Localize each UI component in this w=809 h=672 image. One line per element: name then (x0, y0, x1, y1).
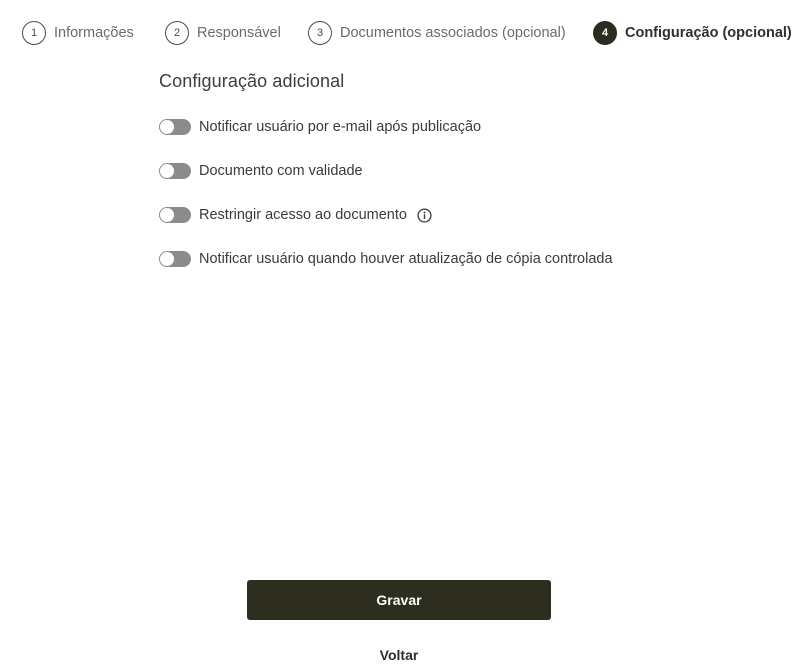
step-number: 3 (308, 21, 332, 45)
info-icon[interactable] (417, 207, 432, 223)
option-label: Notificar usuário quando houver atualiza… (199, 251, 613, 267)
back-button[interactable]: Voltar (340, 645, 458, 665)
option-notify-update: Notificar usuário quando houver atualiza… (159, 249, 613, 269)
step-configuracao[interactable]: 4 Configuração (opcional) (593, 21, 792, 45)
stepper: 1 Informações 2 Responsável 3 Documentos… (0, 0, 809, 66)
toggle-knob (160, 252, 174, 266)
option-validity: Documento com validade (159, 161, 363, 181)
restrict-access-toggle[interactable] (159, 207, 191, 223)
option-notify-email: Notificar usuário por e-mail após public… (159, 117, 481, 137)
section-title: Configuração adicional (159, 71, 345, 91)
option-label: Notificar usuário por e-mail após public… (199, 119, 482, 135)
step-label: Responsável (197, 25, 281, 41)
toggle-knob (160, 120, 174, 134)
option-label: Restringir acesso ao documento (199, 207, 407, 223)
notify-update-toggle[interactable] (159, 251, 191, 267)
option-label: Documento com validade (199, 163, 363, 179)
validity-toggle[interactable] (159, 163, 191, 179)
toggle-knob (160, 164, 174, 178)
step-label: Configuração (opcional) (625, 25, 792, 41)
step-documentos-associados[interactable]: 3 Documentos associados (opcional) (308, 21, 566, 45)
step-responsavel[interactable]: 2 Responsável (165, 21, 281, 45)
step-label: Documentos associados (opcional) (340, 25, 566, 41)
step-number: 4 (593, 21, 617, 45)
step-label: Informações (54, 25, 134, 41)
notify-email-toggle[interactable] (159, 119, 191, 135)
option-restrict-access: Restringir acesso ao documento (159, 205, 432, 225)
step-number: 2 (165, 21, 189, 45)
toggle-knob (160, 208, 174, 222)
page: 1 Informações 2 Responsável 3 Documentos… (0, 0, 809, 672)
step-number: 1 (22, 21, 46, 45)
step-informacoes[interactable]: 1 Informações (22, 21, 134, 45)
save-button[interactable]: Gravar (247, 580, 551, 620)
